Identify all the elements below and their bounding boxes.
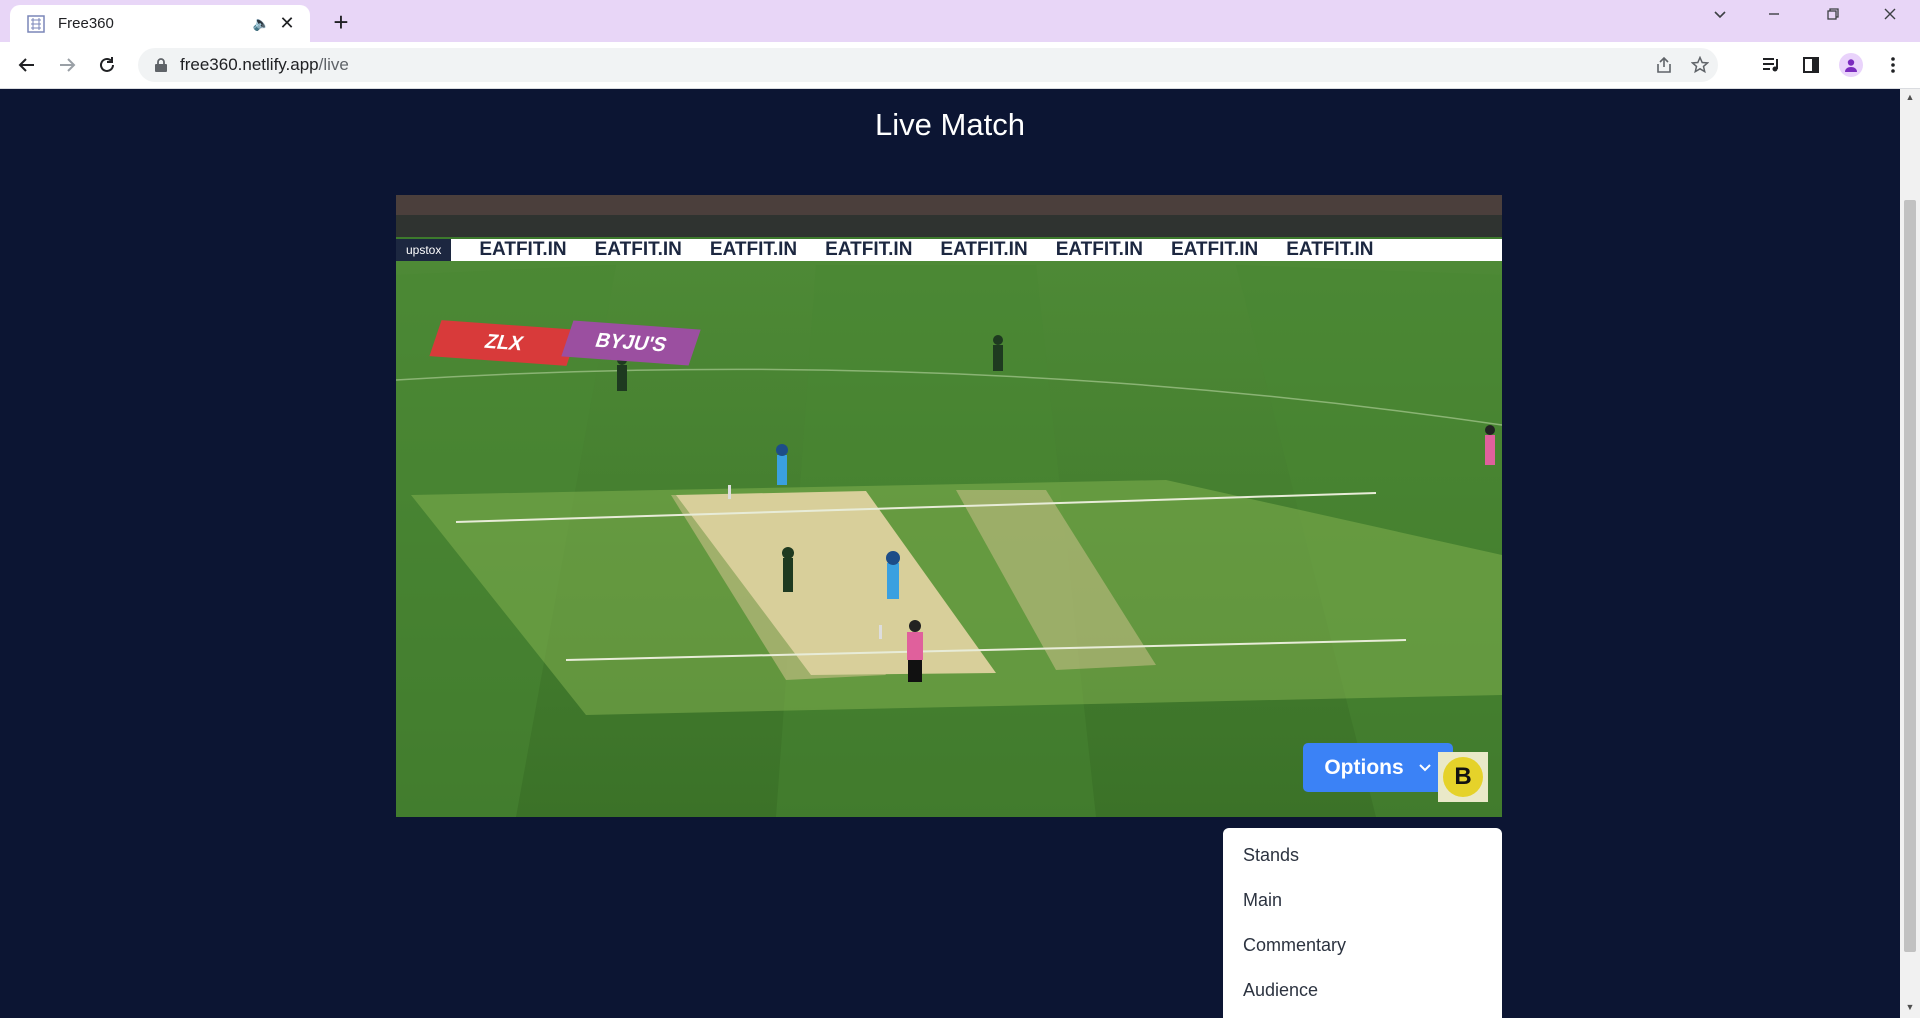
tab-audio-icon[interactable]: 🔈 [253, 15, 270, 32]
reload-icon[interactable] [92, 51, 122, 79]
ad-text: EATFIT.IN [1055, 239, 1143, 260]
profile-avatar[interactable] [1836, 51, 1866, 79]
forward-icon[interactable] [52, 51, 82, 79]
media-control-icon[interactable] [1756, 51, 1786, 79]
menu-item-audience[interactable]: Audience [1243, 980, 1318, 1001]
new-tab-button[interactable]: + [326, 7, 356, 38]
profile-icon [1839, 53, 1863, 77]
menu-item-commentary[interactable]: Commentary [1243, 935, 1346, 956]
url-host: free360.netlify.app [180, 55, 319, 74]
bowler-figure [782, 547, 794, 592]
ad-text: EATFIT.IN [594, 239, 682, 260]
browser-tab-bar: Free360 🔈 ✕ + [0, 0, 1920, 42]
url-text: free360.netlify.app/live [180, 55, 1646, 75]
browser-toolbar: free360.netlify.app/live [0, 42, 1920, 89]
ad-sponsor: upstox [396, 239, 452, 261]
minimize-icon[interactable] [1754, 6, 1794, 27]
ad-board: upstox EATFIT.IN EATFIT.IN EATFIT.IN EAT… [396, 239, 1502, 261]
ad-text: EATFIT.IN [825, 239, 913, 260]
ad-text: EATFIT.IN [940, 239, 1028, 260]
batter-figure [776, 444, 788, 485]
menu-item-main[interactable]: Main [1243, 890, 1282, 911]
scroll-down-arrow-icon[interactable]: ▼ [1904, 1002, 1916, 1012]
scrollbar-thumb[interactable] [1904, 200, 1916, 952]
menu-item-stands[interactable]: Stands [1243, 845, 1299, 866]
close-window-icon[interactable] [1870, 6, 1910, 27]
browser-tab[interactable]: Free360 🔈 ✕ [10, 5, 310, 42]
tab-search-icon[interactable] [1700, 6, 1740, 27]
options-dropdown-menu: Stands Main Commentary Audience [1223, 828, 1502, 1018]
options-label: Options [1324, 755, 1404, 779]
back-icon[interactable] [12, 51, 42, 79]
side-panel-icon[interactable] [1796, 51, 1826, 79]
tab-title: Free360 [58, 15, 114, 32]
share-icon[interactable] [1646, 56, 1682, 74]
channel-logo: B [1438, 752, 1488, 802]
url-path: /live [318, 55, 349, 74]
options-button[interactable]: Options [1303, 743, 1453, 792]
scroll-up-arrow-icon[interactable]: ▲ [1904, 92, 1916, 102]
runner-figure [886, 551, 900, 599]
address-bar[interactable]: free360.netlify.app/live [138, 48, 1718, 82]
chevron-down-icon [1418, 763, 1431, 771]
ad-text: EATFIT.IN [1170, 239, 1259, 260]
square-leg-umpire-figure [1485, 425, 1495, 465]
restore-icon[interactable] [1813, 6, 1853, 27]
ad-text: EATFIT.IN [1286, 239, 1374, 260]
channel-logo-mark: B [1443, 757, 1483, 797]
ad-text: EATFIT.IN [709, 239, 798, 260]
live-video-player[interactable]: upstox EATFIT.IN EATFIT.IN EATFIT.IN EAT… [396, 195, 1502, 817]
lock-icon[interactable] [152, 56, 170, 74]
ad-text: EATFIT.IN [479, 239, 567, 260]
site-favicon-icon [27, 14, 45, 33]
page-title: Live Match [875, 107, 1025, 142]
browser-menu-icon[interactable] [1878, 51, 1908, 79]
bookmark-star-icon[interactable] [1682, 56, 1718, 74]
cricket-field-frame [396, 195, 1502, 817]
tab-close-icon[interactable]: ✕ [278, 13, 296, 34]
